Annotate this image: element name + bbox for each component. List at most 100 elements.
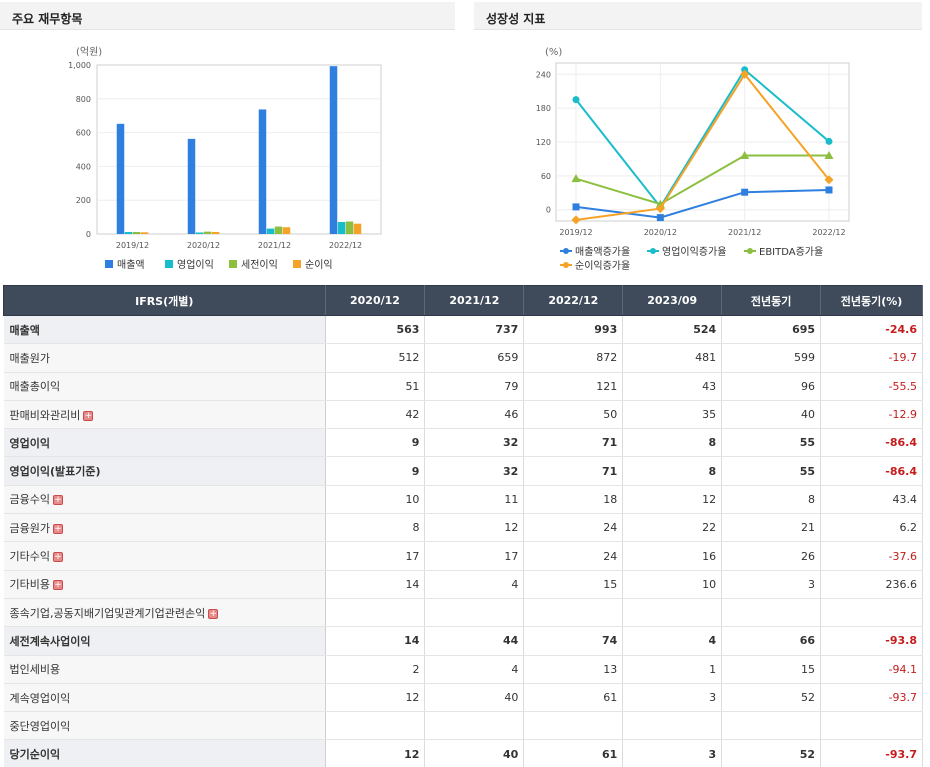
cell-2: 121 [523,372,624,401]
y-tick-label: 240 [536,70,551,79]
cell-3 [622,598,723,628]
legend-swatch [165,260,173,268]
y-axis-unit-label: (억원) [76,46,102,58]
row-label-text: 영업이익(발표기준) [9,465,101,479]
row-label-text: 매출원가 [9,351,50,365]
x-tick-label: 2019/12 [559,228,592,237]
legend-swatch [229,260,237,268]
table-row: 매출액 563 737 993 524 695 -24.6 [3,314,923,345]
cell-4: 599 [721,343,822,373]
legend-swatch [293,260,301,268]
row-label: 법인세비용 [3,655,326,684]
cell-0: 12 [325,683,426,713]
bar-3-0 [140,232,149,234]
bar-0-2 [258,109,267,234]
row-label: 매출원가 [3,343,326,373]
cell-5: 43.4 [820,485,923,515]
header-0: IFRS(개별) [3,285,326,316]
expand-plus-icon[interactable]: + [208,608,219,619]
point-0-2 [741,188,749,196]
cell-5: -24.6 [820,314,923,345]
bar-0-3 [329,66,338,234]
header-2: 2021/12 [424,285,525,316]
row-label-text: 종속기업,공동지배기업및관계기업관련손익 [9,606,206,620]
financial-statement-table: IFRS(개별) 2020/12 2021/12 2022/12 2023/09 전년동기… [3,285,923,767]
cell-0: 512 [325,343,426,373]
cell-4: 52 [721,739,822,767]
y-tick-label: 600 [76,129,91,138]
cell-1: 11 [424,485,525,515]
x-tick-label: 2022/12 [812,228,845,237]
expand-plus-icon[interactable]: + [52,552,63,563]
growth-indicators-panel: 성장성 지표 (%) 0 60 120 180 240 2019/12 2020/12 2021… [474,2,922,284]
row-label-text: 중단영업이익 [9,719,71,733]
row-label: 영업이익 [3,428,326,458]
cell-4 [721,598,822,628]
cell-4: 3 [721,570,822,599]
row-label-text: 기타비용 [9,578,50,592]
financial-items-title: 주요 재무항목 [0,2,455,30]
expand-plus-icon[interactable]: + [83,410,94,421]
cell-4: 96 [721,372,822,401]
expand-plus-icon[interactable]: + [52,523,63,534]
bar-1-3 [337,222,346,234]
cell-0: 14 [325,626,426,656]
cell-5 [820,598,923,628]
cell-1: 32 [424,428,525,458]
table-row: 금융원가 +8 12 24 22 21 6.2 [3,513,923,543]
expand-plus-icon[interactable]: + [52,495,63,506]
bar-2-1 [203,231,212,234]
cell-2: 15 [523,570,624,599]
cell-2: 74 [523,626,624,656]
cell-1: 12 [424,513,525,543]
header-3: 2022/12 [523,285,624,316]
financial-items-panel: 주요 재무항목 (억원) 0 200 400 600 800 1,000 2019/12 202… [0,2,455,284]
cell-1: 79 [424,372,525,401]
table-row: 계속영업이익 12 40 61 3 52 -93.7 [3,683,923,713]
x-tick-label: 2021/12 [728,228,761,237]
cell-4: 66 [721,626,822,656]
y-tick-label: 400 [76,162,91,171]
cell-0: 563 [325,314,426,345]
financial-items-bar-chart: (억원) 0 200 400 600 800 1,000 2019/12 2020/12 2021… [68,46,382,271]
row-label: 세전계속사업이익 [3,626,326,656]
y-axis-unit-label: (%) [545,47,562,58]
row-label: 계속영업이익 [3,683,326,713]
row-label: 종속기업,공동지배기업및관계기업관련손익 + [3,598,326,628]
cell-4: 695 [721,314,822,345]
table-row: 당기순이익 12 40 61 3 52 -93.7 [3,739,923,767]
cell-1: 17 [424,541,525,571]
y-tick-label: 120 [536,138,551,147]
table-row: 판매비와관리비 +42 46 50 35 40 -12.9 [3,400,923,430]
cell-4 [721,711,822,741]
expand-plus-icon[interactable]: + [52,580,63,591]
table-row: 영업이익 9 32 71 8 55 -86.4 [3,428,923,458]
cell-0: 10 [325,485,426,515]
cell-5: -94.1 [820,655,923,684]
legend-item: 매출액증가율 [560,246,630,258]
table-row: 법인세비용 2 4 13 1 15 -94.1 [3,655,923,684]
row-label: 기타수익 + [3,541,326,571]
cell-1: 737 [424,314,525,345]
point-1-0 [572,96,580,104]
row-label: 판매비와관리비 + [3,400,326,430]
cell-1 [424,711,525,741]
cell-1: 4 [424,570,525,599]
cell-0: 8 [325,513,426,543]
legend-label: 영업이익증가율 [662,245,726,258]
cell-3: 1 [622,655,723,684]
row-label: 매출총이익 [3,372,326,401]
cell-4: 55 [721,428,822,458]
table-row: 기타수익 +17 17 24 16 26 -37.6 [3,541,923,571]
header-4: 2023/09 [622,285,723,316]
cell-0: 9 [325,428,426,458]
y-tick-label: 180 [536,104,551,113]
legend-item: 순이익증가율 [560,260,630,272]
y-tick-label: 800 [76,95,91,104]
cell-0: 12 [325,739,426,767]
row-label-text: 매출총이익 [9,380,61,394]
cell-5: -86.4 [820,456,923,486]
row-label-text: 금융원가 [9,521,50,535]
cell-2: 13 [523,655,624,684]
legend-item: 영업이익증가율 [647,245,726,258]
